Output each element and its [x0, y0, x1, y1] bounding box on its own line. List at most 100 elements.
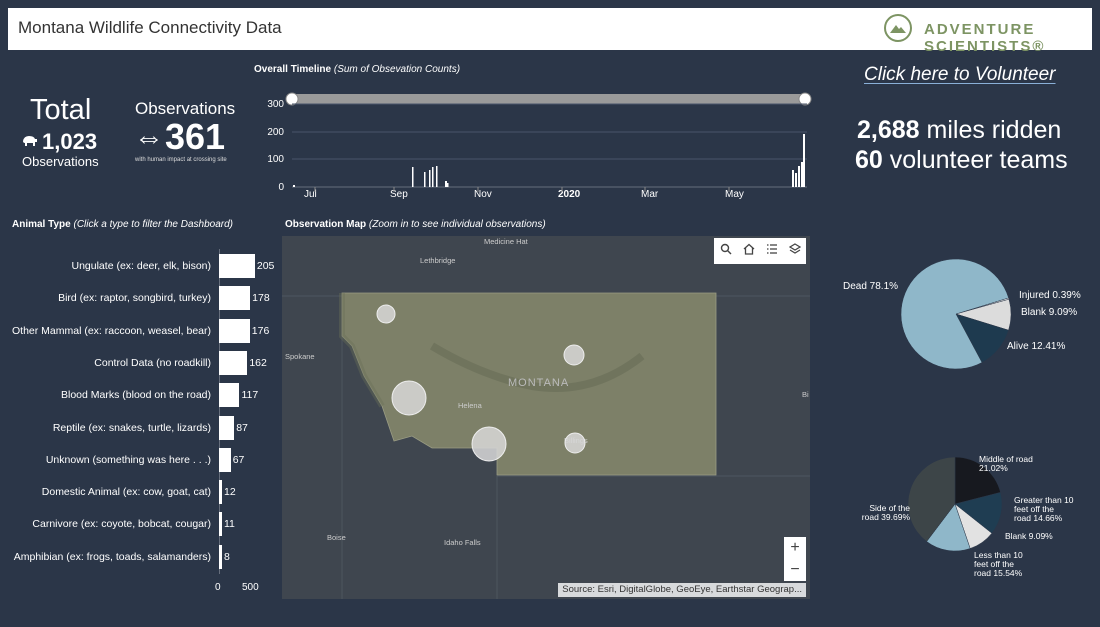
- animal-type-row[interactable]: Domestic Animal (ex: cow, goat, cat) 12: [0, 476, 270, 508]
- map-label-medicine-hat: Medicine Hat: [484, 237, 528, 246]
- map-label-bi: Bi: [802, 390, 809, 399]
- map-label-idaho-falls: Idaho Falls: [444, 538, 481, 547]
- animal-type-row[interactable]: Control Data (no roadkill) 162: [0, 347, 270, 379]
- pie1-label-blank: Blank 9.09%: [1021, 307, 1078, 318]
- timeline-xticks: Jul Sep Nov 2020 Mar May: [304, 187, 744, 200]
- animal-type-bar[interactable]: [219, 480, 222, 505]
- home-icon[interactable]: [739, 241, 759, 261]
- layers-icon[interactable]: [785, 241, 805, 261]
- animal-type-row[interactable]: Blood Marks (blood on the road) 117: [0, 379, 270, 411]
- animal-type-label: Unknown (something was here . . .): [45, 453, 211, 466]
- animal-type-count: 117: [241, 389, 259, 402]
- timeline-ytick-0: 0: [278, 182, 284, 193]
- mountain-logo-icon: [884, 14, 912, 42]
- animal-type-row[interactable]: Ungulate (ex: deer, elk, bison) 205: [0, 250, 274, 282]
- animal-type-bar[interactable]: [219, 512, 222, 537]
- pie2-label-greater: Greater than 10 feet off the road 14.66%: [1014, 495, 1074, 523]
- animal-type-bar[interactable]: [219, 383, 240, 408]
- animal-type-row[interactable]: Other Mammal (ex: raccoon, weasel, bear)…: [0, 315, 270, 347]
- timeline-xtick-2020: 2020: [558, 189, 581, 200]
- timeline-bars: [293, 134, 805, 187]
- map-label-boise: Boise: [327, 533, 346, 542]
- animal-type-bar[interactable]: [219, 447, 231, 472]
- total-sub: Observations: [22, 154, 99, 169]
- pie2-label-blank: Blank 9.09%: [1005, 531, 1053, 541]
- animal-type-count: 178: [252, 292, 270, 305]
- timeline-xtick-nov: Nov: [474, 189, 492, 200]
- animal-type-count: 8: [224, 550, 230, 563]
- animal-type-label: Amphibian (ex: frogs, toads, salamanders…: [13, 550, 211, 563]
- timeline-xtick-mar: Mar: [641, 189, 659, 200]
- pie1-label-dead: Dead 78.1%: [843, 281, 899, 292]
- timeline-ytick-200: 200: [267, 127, 284, 138]
- pie2-label-less: Less than 10 feet off the road 15.54%: [974, 550, 1023, 578]
- miles-label: miles ridden: [919, 116, 1062, 144]
- miles-value: 2,688: [857, 116, 920, 144]
- page-title: Montana Wildlife Connectivity Data: [18, 18, 282, 37]
- animal-type-count: 176: [251, 324, 270, 337]
- total-value: 1,023: [42, 129, 98, 154]
- animal-axis-min: 0: [215, 582, 221, 593]
- map-label-lethbridge: Lethbridge: [420, 256, 456, 265]
- volunteer-teams: 60 volunteer teams: [855, 146, 1068, 175]
- animal-type-label: Control Data (no roadkill): [94, 356, 211, 369]
- animal-type-row[interactable]: Carnivore (ex: coyote, bobcat, cougar) 11: [0, 508, 270, 540]
- timeline-ytick-100: 100: [267, 154, 284, 165]
- bear-icon: [22, 133, 38, 152]
- map-title-italic: (Zoom in to see individual observations): [368, 219, 546, 230]
- animal-type-label: Domestic Animal (ex: cow, goat, cat): [41, 486, 211, 499]
- map-label-spokane: Spokane: [285, 352, 315, 361]
- timeline-xtick-sep: Sep: [390, 189, 408, 200]
- status-pie-chart[interactable]: [900, 258, 1012, 370]
- animal-type-row[interactable]: Bird (ex: raptor, songbird, turkey) 178: [0, 282, 270, 314]
- animal-type-label: Bird (ex: raptor, songbird, turkey): [58, 292, 211, 305]
- timeline-range-end-handle[interactable]: [798, 92, 812, 106]
- animal-type-label: Carnivore (ex: coyote, bobcat, cougar): [32, 518, 211, 531]
- observation-map[interactable]: MONTANA Medicine Hat Lethbridge Spokane …: [282, 236, 810, 599]
- animal-type-label: Reptile (ex: snakes, turtle, lizards): [52, 421, 211, 434]
- map-label-helena: Helena: [458, 401, 482, 410]
- animal-type-label: Blood Marks (blood on the road): [61, 389, 211, 402]
- timeline-range-track[interactable]: [292, 94, 806, 104]
- pie1-label-alive: Alive 12.41%: [1007, 341, 1066, 352]
- animal-type-bar[interactable]: [219, 286, 251, 311]
- map-title: Observation Map (Zoom in to see individu…: [285, 219, 546, 230]
- zoom-controls: + −: [784, 537, 806, 581]
- animal-type-row[interactable]: Amphibian (ex: frogs, toads, salamanders…: [0, 541, 270, 573]
- timeline-title-bold: Overall Timeline: [254, 64, 332, 75]
- animal-type-count: 67: [232, 453, 245, 466]
- animal-type-count: 162: [249, 356, 267, 369]
- animal-type-bar[interactable]: [219, 350, 248, 375]
- map-label-billings: Billings: [564, 436, 588, 445]
- header-bar: Montana Wildlife Connectivity Data ADVEN…: [8, 8, 1092, 55]
- list-icon[interactable]: [762, 241, 782, 261]
- animal-type-count: 87: [236, 421, 248, 434]
- timeline-title: Overall Timeline (Sum of Obsevation Coun…: [254, 64, 460, 75]
- timeline-range-start-handle[interactable]: [285, 92, 299, 106]
- timeline-chart[interactable]: 300 200 100 0 Jul Sep Nov 2020 Mar May: [262, 86, 822, 202]
- total-label: Total: [30, 94, 92, 126]
- pie1-label-injured: Injured 0.39%: [1019, 290, 1081, 301]
- animal-type-bar[interactable]: [219, 254, 255, 278]
- animal-type-row[interactable]: Reptile (ex: snakes, turtle, lizards) 87: [0, 412, 270, 444]
- map-title-bold: Observation Map: [285, 219, 367, 230]
- volunteer-link[interactable]: Click here to Volunteer: [864, 64, 1056, 86]
- pie2-label-middle: Middle of road 21.02%: [979, 454, 1033, 473]
- animal-type-count: 12: [224, 486, 236, 499]
- animal-type-bar[interactable]: [219, 544, 222, 569]
- zoom-out-button[interactable]: −: [784, 559, 806, 581]
- miles-ridden: 2,688 miles ridden: [857, 116, 1061, 145]
- teams-value: 60: [855, 146, 883, 174]
- animal-type-title: Animal Type (Click a type to filter the …: [12, 219, 233, 230]
- teams-label: volunteer teams: [882, 146, 1068, 174]
- animal-title-bold: Animal Type: [12, 219, 71, 230]
- map-state-label: MONTANA: [508, 377, 570, 389]
- timeline-ytick-300: 300: [267, 99, 284, 110]
- zoom-in-button[interactable]: +: [784, 537, 806, 559]
- timeline-title-italic: (Sum of Obsevation Counts): [333, 64, 461, 75]
- left-right-arrow-icon: ⇔: [134, 121, 164, 154]
- animal-type-row[interactable]: Unknown (something was here . . .) 67: [0, 444, 270, 476]
- animal-type-bar[interactable]: [219, 415, 235, 440]
- search-icon[interactable]: [716, 241, 736, 261]
- animal-type-bar[interactable]: [219, 318, 250, 343]
